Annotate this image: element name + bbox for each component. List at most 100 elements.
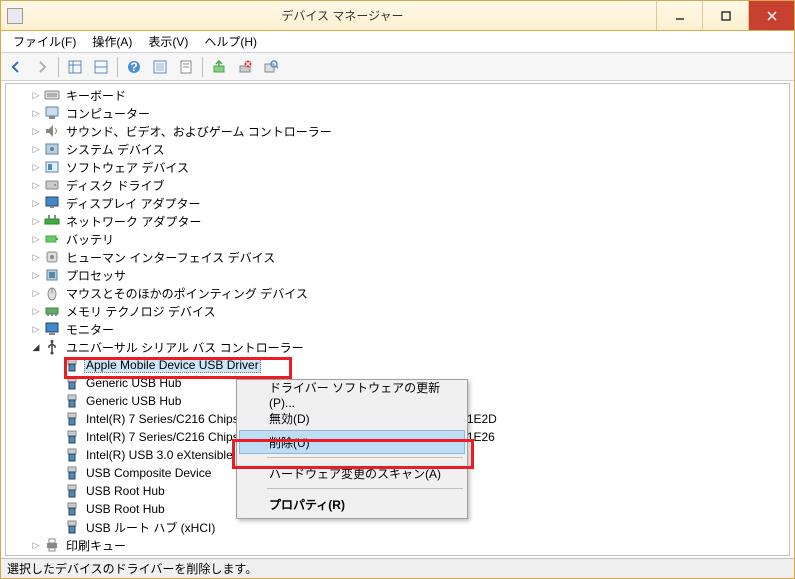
tree-label: ディスク ドライブ <box>64 177 167 194</box>
tree-label: USB Root Hub <box>84 484 167 498</box>
collapse-icon[interactable]: ◢ <box>30 341 42 353</box>
ctx-disable[interactable]: 無効(D) <box>239 406 465 430</box>
usb-device-icon <box>64 483 80 499</box>
expand-icon[interactable]: ▷ <box>30 539 42 551</box>
tree-label: ヒューマン インターフェイス デバイス <box>64 249 277 266</box>
ctx-uninstall[interactable]: 削除(U) <box>239 430 465 454</box>
spacer <box>50 503 62 515</box>
device-category-icon <box>44 231 60 247</box>
tree-category[interactable]: ▷ プロセッサ <box>30 266 789 284</box>
toolbar-separator <box>202 57 203 77</box>
printer-category-icon <box>44 537 60 553</box>
expand-icon[interactable]: ▷ <box>30 305 42 317</box>
tree-category[interactable]: ▷ サウンド、ビデオ、およびゲーム コントローラー <box>30 122 789 140</box>
expand-icon[interactable]: ▷ <box>30 107 42 119</box>
tree-category[interactable]: ▷ メモリ テクノロジ デバイス <box>30 302 789 320</box>
spacer <box>50 485 62 497</box>
menu-view[interactable]: 表示(V) <box>140 31 196 52</box>
update-driver-button[interactable] <box>207 55 231 79</box>
tree-category[interactable]: ▷ システム デバイス <box>30 140 789 158</box>
view-detail-button[interactable] <box>63 55 87 79</box>
ctx-properties-label: プロパティ(R) <box>269 496 345 513</box>
device-category-icon <box>44 177 60 193</box>
ctx-properties[interactable]: プロパティ(R) <box>239 492 465 516</box>
usb-device-icon <box>64 375 80 391</box>
show-hidden-button[interactable] <box>148 55 172 79</box>
tree-category[interactable]: ▷ ネットワーク アダプター <box>30 212 789 230</box>
expand-icon[interactable]: ▷ <box>30 251 42 263</box>
properties-button[interactable] <box>174 55 198 79</box>
tree-category[interactable]: ▷ バッテリ <box>30 230 789 248</box>
device-category-icon <box>44 249 60 265</box>
toolbar-separator <box>117 57 118 77</box>
context-menu: ドライバー ソフトウェアの更新(P)... 無効(D) 削除(U) ハードウェア… <box>236 379 468 519</box>
usb-category-icon <box>44 339 60 355</box>
tree-label: メモリ テクノロジ デバイス <box>64 303 218 320</box>
tree-category[interactable]: ▷ モニター <box>30 320 789 338</box>
tree-category[interactable]: ▷ ディスク ドライブ <box>30 176 789 194</box>
tree-label: USB Root Hub <box>84 502 167 516</box>
expand-icon[interactable]: ▷ <box>30 125 42 137</box>
tree-category[interactable]: ▷ キーボード <box>30 86 789 104</box>
ctx-update-driver[interactable]: ドライバー ソフトウェアの更新(P)... <box>239 382 465 406</box>
view-list-button[interactable] <box>89 55 113 79</box>
menu-help[interactable]: ヘルプ(H) <box>196 31 265 52</box>
expand-icon[interactable]: ▷ <box>30 269 42 281</box>
tree-category[interactable]: ▷ 印刷キュー <box>30 536 789 554</box>
device-category-icon <box>44 141 60 157</box>
maximize-button[interactable] <box>702 1 748 30</box>
tree-device-item[interactable]: Apple Mobile Device USB Driver <box>50 356 789 374</box>
back-button[interactable] <box>4 55 28 79</box>
tree-label: Generic USB Hub <box>84 376 183 390</box>
expand-icon[interactable]: ▷ <box>30 233 42 245</box>
tree-label: ソフトウェア デバイス <box>64 159 191 176</box>
device-category-icon <box>44 123 60 139</box>
expand-icon[interactable]: ▷ <box>30 197 42 209</box>
tree-category[interactable]: ▷ ヒューマン インターフェイス デバイス <box>30 248 789 266</box>
tree-label: USB Composite Device <box>84 466 213 480</box>
tree-category[interactable]: ▷ コンピューター <box>30 104 789 122</box>
usb-device-icon <box>64 447 80 463</box>
tree-category-usb[interactable]: ◢ ユニバーサル シリアル バス コントローラー <box>30 338 789 356</box>
minimize-button[interactable] <box>656 1 702 30</box>
spacer <box>50 431 62 443</box>
usb-device-icon <box>64 465 80 481</box>
ctx-scan-hardware[interactable]: ハードウェア変更のスキャン(A) <box>239 461 465 485</box>
expand-icon[interactable]: ▷ <box>30 143 42 155</box>
menubar: ファイル(F) 操作(A) 表示(V) ヘルプ(H) <box>1 31 794 53</box>
expand-icon[interactable]: ▷ <box>30 287 42 299</box>
tree-label: プロセッサ <box>64 267 128 284</box>
menu-file[interactable]: ファイル(F) <box>5 31 84 52</box>
device-category-icon <box>44 195 60 211</box>
expand-icon[interactable]: ▷ <box>30 323 42 335</box>
uninstall-button[interactable] <box>233 55 257 79</box>
tree-label: Generic USB Hub <box>84 394 183 408</box>
scan-hardware-button[interactable] <box>259 55 283 79</box>
spacer <box>50 413 62 425</box>
tree-device-item[interactable]: USB ルート ハブ (xHCI) <box>50 518 789 536</box>
spacer <box>50 359 62 371</box>
window-buttons <box>656 1 794 30</box>
expand-icon[interactable]: ▷ <box>30 161 42 173</box>
tree-label: モニター <box>64 321 116 338</box>
status-text: 選択したデバイスのドライバーを削除します。 <box>7 560 257 577</box>
forward-button[interactable] <box>30 55 54 79</box>
close-button[interactable] <box>748 1 794 30</box>
tree-category[interactable]: ▷ ソフトウェア デバイス <box>30 158 789 176</box>
expand-icon[interactable]: ▷ <box>30 215 42 227</box>
spacer <box>50 377 62 389</box>
device-category-icon <box>44 105 60 121</box>
tree-category[interactable]: ▷ マウスとそのほかのポインティング デバイス <box>30 284 789 302</box>
help-button[interactable]: ? <box>122 55 146 79</box>
window-title: デバイス マネージャー <box>29 7 656 24</box>
tree-category[interactable]: ▷ ディスプレイ アダプター <box>30 194 789 212</box>
menu-action[interactable]: 操作(A) <box>84 31 140 52</box>
device-category-icon <box>44 285 60 301</box>
expand-icon[interactable]: ▷ <box>30 89 42 101</box>
tree-label: バッテリ <box>64 231 116 248</box>
device-category-icon <box>44 159 60 175</box>
expand-icon[interactable]: ▷ <box>30 179 42 191</box>
usb-device-icon <box>64 501 80 517</box>
tree-label: ディスプレイ アダプター <box>64 195 203 212</box>
tree-label: システム デバイス <box>64 141 167 158</box>
